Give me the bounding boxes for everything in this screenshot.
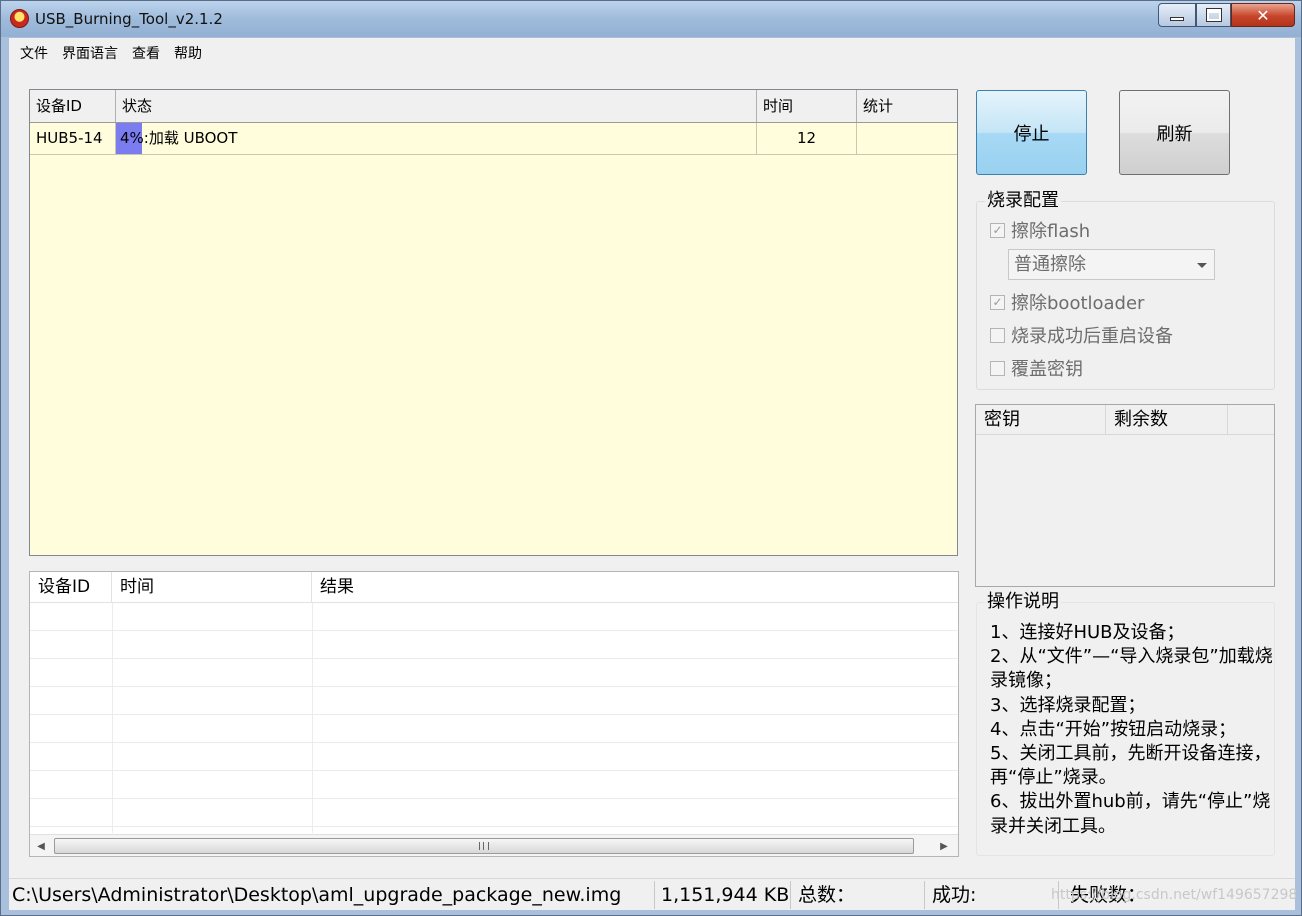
image-size: 1,151,944 KB (658, 881, 791, 909)
erase-flash-label: 擦除flash (1011, 221, 1091, 242)
status-bar: C:\Users\Administrator\Desktop\aml_upgra… (9, 878, 1298, 910)
instructions-text: 1、连接好HUB及设备； 2、从“文件”—“导入烧录包”加载烧录镜像； 3、选择… (990, 621, 1275, 839)
column-device-id[interactable]: 设备ID (30, 90, 116, 122)
status-text: :加载 UBOOT (143, 129, 238, 147)
menu-bar: 文件 界面语言 查看 帮助 (9, 38, 1295, 68)
device-id-cell: HUB5-14 (30, 123, 116, 154)
window-title: USB_Burning_Tool_v2.1.2 (35, 10, 223, 28)
stop-button[interactable]: 停止 (976, 90, 1087, 175)
erase-mode-select[interactable]: 普通擦除 (1008, 249, 1215, 280)
instruction-line: 4、点击“开始”按钮启动烧录； (990, 718, 1237, 740)
success-count-label: 成功: (929, 881, 1059, 909)
scroll-right-icon[interactable]: ▶ (936, 838, 952, 854)
grip-icon (479, 842, 489, 850)
status-cell: 4%:加载 UBOOT (116, 123, 757, 154)
menu-view[interactable]: 查看 (125, 43, 167, 63)
column-remaining[interactable]: 剩余数 (1106, 405, 1228, 435)
instructions-title: 操作说明 (985, 591, 1061, 612)
scroll-thumb[interactable] (54, 838, 914, 854)
log-divider (112, 603, 113, 833)
device-list-header: 设备ID 状态 时间 统计 (30, 90, 957, 123)
menu-language[interactable]: 界面语言 (55, 43, 125, 63)
log-row (30, 603, 958, 631)
erase-bootloader-option[interactable]: ✓ 擦除bootloader (990, 290, 1144, 314)
overwrite-key-option[interactable]: 覆盖密钥 (990, 356, 1083, 380)
log-row (30, 743, 958, 771)
log-row (30, 659, 958, 687)
device-row[interactable]: HUB5-14 4%:加载 UBOOT 12 (30, 123, 957, 155)
device-list[interactable]: 设备ID 状态 时间 统计 HUB5-14 4%:加载 UBOOT 12 (29, 89, 958, 556)
watermark: https://blog.csdn.net/wf149657298 (1051, 887, 1298, 903)
erase-flash-option[interactable]: ✓ 擦除flash (990, 218, 1090, 242)
log-column-result[interactable]: 结果 (312, 572, 958, 603)
maximize-icon (1205, 8, 1222, 22)
column-key[interactable]: 密钥 (976, 405, 1106, 435)
log-column-device-id[interactable]: 设备ID (30, 572, 112, 603)
horizontal-scrollbar[interactable]: ◀ ▶ (30, 834, 958, 856)
client-area: 设备ID 状态 时间 统计 HUB5-14 4%:加载 UBOOT 12 设备I… (9, 68, 1295, 878)
maximize-button[interactable] (1196, 3, 1231, 27)
total-count-label: 总数： (795, 881, 925, 909)
log-row (30, 799, 958, 827)
chevron-down-icon (1197, 263, 1207, 268)
time-cell: 12 (757, 123, 857, 154)
progress-percent: 4% (120, 129, 144, 147)
instruction-line: 6、拔出外置hub前，请先“停止”烧录并关闭工具。 (990, 791, 1271, 837)
refresh-button[interactable]: 刷新 (1119, 90, 1230, 175)
log-row (30, 715, 958, 743)
column-time[interactable]: 时间 (757, 90, 857, 122)
log-header: 设备ID 时间 结果 (30, 572, 958, 603)
reboot-after-label: 烧录成功后重启设备 (1011, 326, 1173, 347)
erase-flash-checkbox[interactable]: ✓ (990, 222, 1005, 238)
log-row (30, 631, 958, 659)
minimize-button[interactable] (1158, 3, 1196, 27)
image-path: C:\Users\Administrator\Desktop\aml_upgra… (9, 881, 655, 909)
log-row (30, 771, 958, 799)
menu-help[interactable]: 帮助 (167, 43, 209, 63)
instruction-line: 2、从“文件”—“导入烧录包”加载烧录镜像； (990, 646, 1273, 692)
reboot-after-option[interactable]: 烧录成功后重启设备 (990, 323, 1173, 347)
instruction-line: 3、选择烧录配置； (990, 694, 1146, 716)
key-list-header: 密钥 剩余数 (976, 405, 1274, 435)
key-list[interactable]: 密钥 剩余数 (975, 404, 1275, 587)
column-status[interactable]: 状态 (116, 90, 757, 122)
burn-config-title: 烧录配置 (985, 190, 1061, 211)
scroll-left-icon[interactable]: ◀ (33, 838, 49, 854)
instruction-line: 1、连接好HUB及设备； (990, 622, 1185, 643)
minimize-icon (1170, 17, 1184, 21)
burn-config-group: 烧录配置 ✓ 擦除flash 普通擦除 ✓ 擦除bootloader 烧录成功后… (976, 191, 1275, 390)
log-row (30, 687, 958, 715)
stats-cell (857, 123, 957, 154)
instructions-group: 操作说明 1、连接好HUB及设备； 2、从“文件”—“导入烧录包”加载烧录镜像；… (976, 592, 1275, 856)
erase-bootloader-checkbox[interactable]: ✓ (990, 294, 1005, 310)
column-stats[interactable]: 统计 (857, 90, 957, 122)
title-bar[interactable]: USB_Burning_Tool_v2.1.2 ✕ (1, 1, 1301, 37)
menu-file[interactable]: 文件 (13, 43, 55, 63)
reboot-after-checkbox[interactable] (990, 327, 1005, 343)
app-icon (10, 9, 29, 28)
overwrite-key-label: 覆盖密钥 (1011, 359, 1083, 380)
main-window: USB_Burning_Tool_v2.1.2 ✕ 文件 界面语言 查看 帮助 … (0, 0, 1302, 916)
close-button[interactable]: ✕ (1231, 3, 1295, 27)
erase-mode-value: 普通擦除 (1014, 254, 1086, 275)
overwrite-key-checkbox[interactable] (990, 360, 1005, 376)
instruction-line: 5、关闭工具前，先断开设备连接，再“停止”烧录。 (990, 743, 1272, 789)
log-column-time[interactable]: 时间 (112, 572, 312, 603)
erase-bootloader-label: 擦除bootloader (1011, 293, 1145, 314)
result-log-list[interactable]: 设备ID 时间 结果 ◀ ▶ (29, 571, 959, 857)
close-icon: ✕ (1256, 5, 1270, 25)
log-divider (312, 603, 313, 833)
